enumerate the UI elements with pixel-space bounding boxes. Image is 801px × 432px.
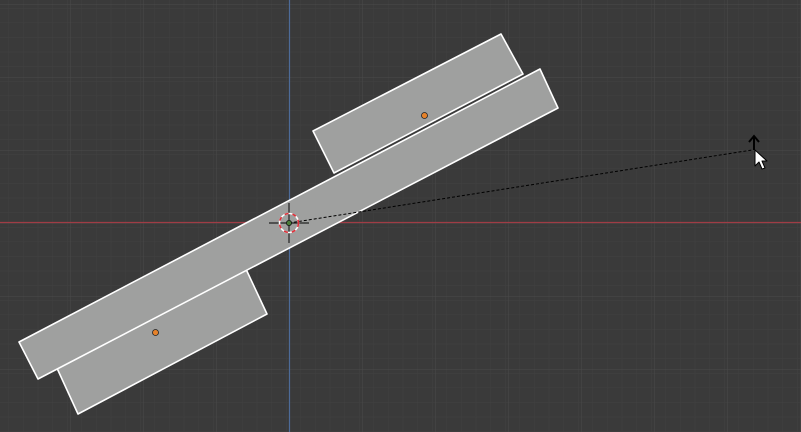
3d-viewport[interactable]: [0, 0, 801, 432]
upper-block-origin-dot: [421, 112, 428, 119]
viewport-canvas[interactable]: [0, 0, 801, 432]
lower-block-origin-dot: [152, 329, 159, 336]
